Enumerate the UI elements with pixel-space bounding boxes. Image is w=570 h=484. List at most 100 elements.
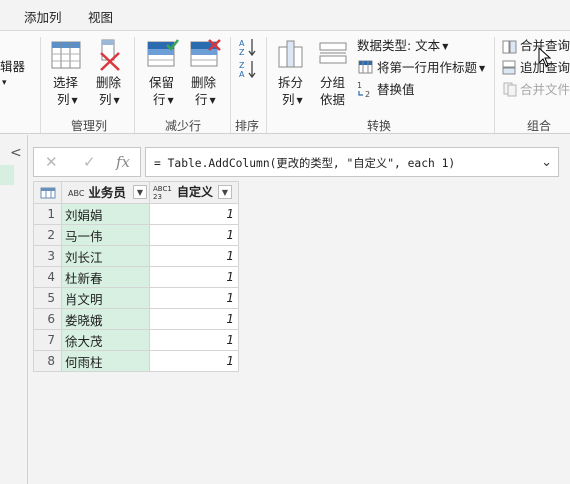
cell-salesperson[interactable]: 娄晓娥 (61, 308, 150, 330)
column-filter-dropdown[interactable]: ▼ (133, 185, 147, 199)
advanced-editor-label[interactable]: 辑器 (0, 59, 25, 75)
row-number[interactable]: 3 (33, 245, 62, 267)
cell-custom[interactable]: 1 (149, 245, 239, 267)
cell-salesperson[interactable]: 何雨柱 (61, 350, 150, 372)
ribbon: 辑器 ▾ 选择 列 ▼ 删除 列 ▼ 管理列 保留 行 ▼ 删除 行 ▼ 减少行… (0, 30, 570, 134)
column-header-inner: ABC 业务员 ▼ (65, 182, 149, 203)
table-row: 7 徐大茂 1 (33, 329, 239, 351)
column-header-custom[interactable]: ABC123 自定义 ▼ (149, 181, 239, 204)
table-row: 4 杜新春 1 (33, 266, 239, 288)
column-header-salesperson[interactable]: ABC 业务员 ▼ (61, 181, 150, 204)
cell-salesperson[interactable]: 刘娟娟 (61, 203, 150, 225)
keep-rows-icon (147, 39, 179, 67)
row-number[interactable]: 5 (33, 287, 62, 309)
chevron-left-icon[interactable]: < (10, 145, 22, 161)
replace-values-button[interactable]: 替换值 (377, 82, 415, 98)
split-column-label[interactable]: 拆分 (278, 75, 303, 91)
group-by-label-2[interactable]: 依据 (320, 92, 345, 108)
text-type-icon[interactable]: ABC (68, 186, 84, 202)
table-row: 2 马一伟 1 (33, 224, 239, 246)
formula-bar[interactable]: = Table.AddColumn(更改的类型, "自定义", each 1) … (145, 147, 559, 177)
svg-text:1: 1 (357, 81, 362, 90)
choose-columns-label[interactable]: 选择 (53, 75, 78, 91)
column-header-inner: ABC123 自定义 ▼ (150, 182, 234, 203)
selected-query-indicator (0, 165, 14, 185)
tab-view[interactable]: 视图 (88, 7, 113, 26)
chevron-down-icon: ▼ (442, 42, 449, 51)
table-row: 8 何雨柱 1 (33, 350, 239, 372)
remove-columns-icon (100, 39, 120, 71)
data-grid: ABC业务员 ▼ ABC123 自定义 ▼ 1 刘娟娟 1 2 马一伟 1 3 (33, 181, 239, 372)
remove-rows-label[interactable]: 删除 (191, 75, 216, 91)
sort-ascending-button[interactable]: A Z (238, 37, 258, 60)
svg-text:A: A (239, 39, 245, 48)
remove-rows-button[interactable] (190, 39, 222, 72)
queries-pane-collapsed: < (0, 135, 28, 484)
group-separator (134, 37, 135, 133)
table-menu-button[interactable] (33, 181, 62, 204)
ribbon-tab-bar: 添加列 视图 (0, 0, 570, 30)
table-row: 1 刘娟娟 1 (33, 203, 239, 225)
sort-descending-button[interactable]: Z A (238, 59, 258, 82)
data-type-dropdown[interactable]: 数据类型: 文本 ▼ (357, 38, 448, 55)
choose-columns-button[interactable] (51, 41, 81, 72)
split-column-label-2[interactable]: 列 ▼ (282, 92, 303, 109)
cancel-icon[interactable]: ✕ (45, 153, 58, 171)
keep-rows-button[interactable] (147, 39, 179, 72)
cell-custom[interactable]: 1 (149, 308, 239, 330)
svg-text:Z: Z (239, 61, 245, 70)
cell-custom[interactable]: 1 (149, 224, 239, 246)
remove-columns-label[interactable]: 删除 (96, 75, 121, 91)
choose-columns-icon (51, 41, 81, 69)
cell-custom[interactable]: 1 (149, 350, 239, 372)
cell-custom[interactable]: 1 (149, 287, 239, 309)
group-by-button[interactable] (318, 41, 348, 72)
row-number[interactable]: 4 (33, 266, 62, 288)
group-separator (494, 37, 495, 133)
confirm-icon[interactable]: ✓ (83, 153, 96, 171)
table-row: 5 肖文明 1 (33, 287, 239, 309)
remove-columns-button[interactable] (95, 39, 123, 74)
first-row-header-button[interactable]: 将第一行用作标题 ▼ (377, 60, 485, 77)
cell-custom[interactable]: 1 (149, 329, 239, 351)
cell-salesperson[interactable]: 刘长江 (61, 245, 150, 267)
formula-text[interactable]: = Table.AddColumn(更改的类型, "自定义", each 1) (154, 155, 455, 171)
split-column-button[interactable] (276, 39, 306, 72)
cell-salesperson[interactable]: 马一伟 (61, 224, 150, 246)
remove-columns-text: 列 (99, 92, 112, 107)
any-type-icon[interactable]: ABC123 (153, 185, 173, 201)
expand-formula-icon[interactable]: ⌄ (541, 155, 552, 170)
type-icon-text: ABC123 (153, 184, 172, 201)
group-separator (266, 37, 267, 133)
cell-salesperson[interactable]: 杜新春 (61, 266, 150, 288)
append-queries-icon (502, 60, 518, 79)
cell-salesperson[interactable]: 肖文明 (61, 287, 150, 309)
fx-icon[interactable]: fx (116, 153, 130, 171)
choose-columns-text: 列 (57, 92, 70, 107)
keep-rows-label-2[interactable]: 行 ▼ (153, 92, 174, 109)
mouse-cursor-icon (538, 46, 552, 70)
row-number[interactable]: 6 (33, 308, 62, 330)
row-number[interactable]: 2 (33, 224, 62, 246)
choose-columns-label-2[interactable]: 列 ▼ (57, 92, 78, 109)
combine-files-button: 合并文件 (520, 82, 570, 97)
type-icon-text: ABC (68, 188, 85, 198)
tab-add-column[interactable]: 添加列 (24, 7, 62, 26)
column-filter-dropdown[interactable]: ▼ (218, 185, 232, 199)
group-by-label[interactable]: 分组 (320, 75, 345, 91)
cell-salesperson[interactable]: 徐大茂 (61, 329, 150, 351)
group-by-icon (319, 42, 347, 64)
row-number[interactable]: 1 (33, 203, 62, 225)
table-row: 3 刘长江 1 (33, 245, 239, 267)
remove-columns-label-2[interactable]: 列 ▼ (99, 92, 120, 109)
header-row: ABC 业务员 ▼ ABC123 自定义 ▼ (33, 181, 239, 204)
cell-custom[interactable]: 1 (149, 266, 239, 288)
row-number[interactable]: 7 (33, 329, 62, 351)
cell-custom[interactable]: 1 (149, 203, 239, 225)
chevron-down-icon: ▼ (167, 96, 174, 105)
keep-rows-label[interactable]: 保留 (149, 75, 174, 91)
chevron-down-icon: ▼ (296, 96, 303, 105)
row-number[interactable]: 8 (33, 350, 62, 372)
column-name: 业务员 (88, 185, 126, 200)
remove-rows-label-2[interactable]: 行 ▼ (195, 92, 216, 109)
